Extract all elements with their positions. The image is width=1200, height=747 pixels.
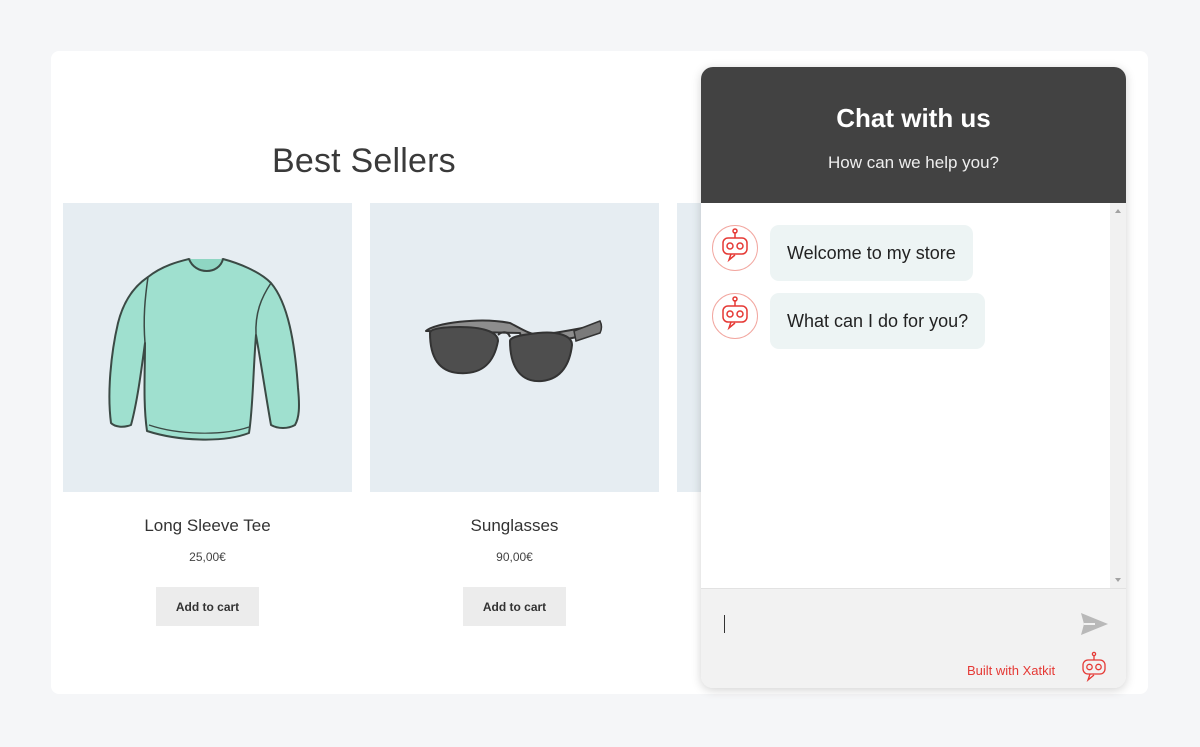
bot-message: Welcome to my store: [770, 225, 973, 281]
chat-widget: Chat with us How can we help you? Welcom…: [701, 67, 1126, 688]
scroll-down-arrow-icon[interactable]: [1115, 578, 1121, 582]
bot-message: What can I do for you?: [770, 293, 986, 349]
add-to-cart-button[interactable]: Add to cart: [156, 587, 259, 626]
product-name[interactable]: Long Sleeve Tee: [63, 516, 352, 536]
chat-messages[interactable]: Welcome to my store What can I do for yo…: [701, 203, 1126, 588]
send-icon: [1081, 613, 1108, 635]
chat-subtitle: How can we help you?: [827, 153, 1000, 172]
sunglasses-icon: [425, 319, 603, 383]
chat-scrollbar[interactable]: [1110, 203, 1126, 588]
branding-text[interactable]: Built with Xatkit: [967, 663, 1055, 678]
robot-icon: [722, 228, 748, 263]
add-to-cart-button[interactable]: Add to cart: [463, 587, 566, 626]
product-image-long-sleeve-tee[interactable]: [63, 203, 352, 492]
long-sleeve-tee-icon: [108, 258, 300, 441]
product-image-sunglasses[interactable]: [370, 203, 659, 492]
product-price: 90,00€: [496, 550, 533, 564]
scroll-up-arrow-icon[interactable]: [1115, 209, 1121, 213]
chat-message-input[interactable]: [715, 605, 1069, 643]
bot-avatar: [712, 293, 758, 339]
page-title: Best Sellers: [272, 142, 456, 180]
bot-avatar: [712, 225, 758, 271]
product-price: 25,00€: [189, 550, 226, 564]
send-button[interactable]: [1077, 607, 1111, 641]
chat-footer: Built with Xatkit: [701, 588, 1126, 688]
product-name[interactable]: Sunglasses: [370, 516, 659, 536]
chat-header: Chat with us How can we help you?: [701, 67, 1126, 203]
chat-title: Chat with us: [836, 103, 991, 133]
robot-icon: [722, 296, 748, 331]
xatkit-logo-icon: [1082, 651, 1106, 682]
text-cursor: [724, 615, 725, 633]
